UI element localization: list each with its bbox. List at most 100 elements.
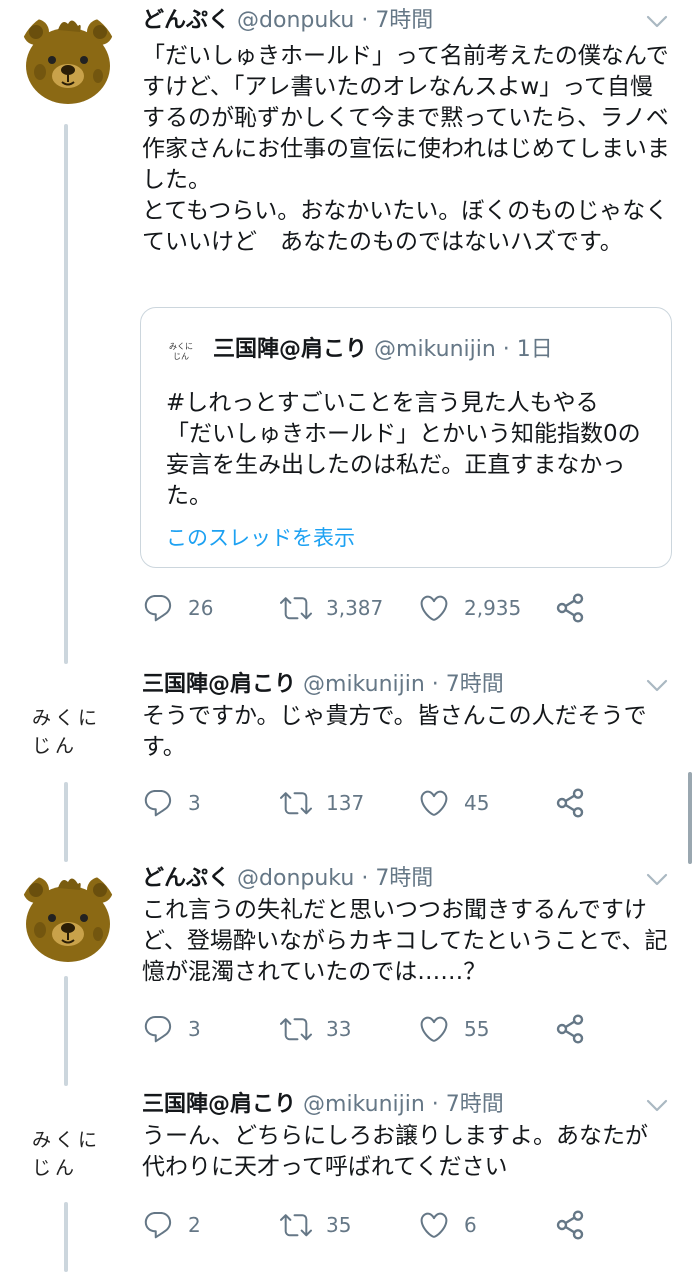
timestamp[interactable]: 7時間 <box>375 8 433 33</box>
tweet-4[interactable]: みくにじん 三国陣@肩こり @mikunijin · 7時間 うーん、どちらにし… <box>0 1086 692 1272</box>
tweet-actions: 2 35 6 <box>142 1208 602 1242</box>
chevron-down-icon[interactable] <box>646 1099 668 1113</box>
reply-count: 2 <box>188 1213 201 1237</box>
share-icon <box>554 1013 586 1045</box>
avatar-text: みくにじん <box>32 707 102 757</box>
like-button[interactable]: 6 <box>418 1208 477 1242</box>
user-handle[interactable]: @donpuku <box>237 866 354 891</box>
reply-icon <box>142 1209 174 1241</box>
tweet-header: 三国陣@肩こり @mikunijin · 7時間 <box>142 669 672 701</box>
thread-line <box>64 1202 68 1272</box>
avatar[interactable]: みくにじん <box>18 1104 118 1204</box>
avatar[interactable]: みくにじん <box>18 682 118 782</box>
tweet-2[interactable]: みくにじん 三国陣@肩こり @mikunijin · 7時間 そうですか。じゃ貴… <box>0 664 692 862</box>
timestamp[interactable]: 7時間 <box>375 866 433 891</box>
tweet-1[interactable]: どんぷく @donpuku · 7時間 「だいしゅきホールド」って名前考えたの僕… <box>0 0 692 664</box>
tweet-text: これ言うの失礼だと思いつつお聞きするんですけど、登場酔いながらカキコしてたという… <box>142 897 668 985</box>
share-button[interactable] <box>554 786 600 820</box>
avatar-text: みくにじん <box>32 1129 102 1179</box>
reply-count: 3 <box>188 1017 201 1041</box>
share-button[interactable] <box>554 591 600 625</box>
quoted-tweet[interactable]: みくにじん 三国陣@肩こり @mikunijin · 1日 #しれっとすごいこと… <box>140 307 672 568</box>
tweet-text: そうですか。じゃ貴方で。皆さんこの人だそうです。 <box>142 703 647 760</box>
tweet-text: うーん、どちらにしろお譲りしますよ。あなたが代わりに天才って呼ばれてください <box>142 1123 648 1180</box>
quote-handle: @mikunijin <box>374 337 496 362</box>
separator-dot: · <box>431 1092 439 1117</box>
retweet-icon <box>280 787 312 819</box>
user-handle[interactable]: @mikunijin <box>303 1092 425 1117</box>
reply-count: 3 <box>188 791 201 815</box>
display-name[interactable]: どんぷく <box>142 8 230 33</box>
reply-icon <box>142 1013 174 1045</box>
retweet-count: 35 <box>326 1213 352 1237</box>
thread-line <box>64 976 68 1086</box>
separator-dot: · <box>361 8 369 33</box>
quote-header: 三国陣@肩こり @mikunijin · 1日 <box>213 334 553 366</box>
retweet-icon <box>280 1209 312 1241</box>
chevron-down-icon[interactable] <box>646 15 668 29</box>
reply-button[interactable]: 2 <box>142 1208 201 1242</box>
user-handle[interactable]: @donpuku <box>237 8 354 33</box>
tweet-actions: 3 137 45 <box>142 786 602 820</box>
display-name[interactable]: 三国陣@肩こり <box>142 672 296 697</box>
share-icon <box>554 592 586 624</box>
like-count: 55 <box>464 1017 490 1041</box>
tweet-actions: 3 33 55 <box>142 1012 602 1046</box>
like-button[interactable]: 2,935 <box>418 591 521 625</box>
like-icon <box>418 1209 450 1241</box>
quote-text: #しれっとすごいことを言う見た人もやる 「だいしゅきホールド」とかいう知能指数0… <box>166 390 641 509</box>
retweet-count: 33 <box>326 1017 352 1041</box>
retweet-button[interactable]: 33 <box>280 1012 351 1046</box>
share-icon <box>554 1209 586 1241</box>
chevron-down-icon[interactable] <box>646 873 668 887</box>
reply-button[interactable]: 26 <box>142 591 213 625</box>
tweet-header: どんぷく @donpuku · 7時間 <box>142 863 672 895</box>
retweet-count: 137 <box>326 791 365 815</box>
tweet-header: 三国陣@肩こり @mikunijin · 7時間 <box>142 1089 672 1121</box>
separator-dot: · <box>361 866 369 891</box>
bear-avatar[interactable] <box>18 10 118 110</box>
reply-button[interactable]: 3 <box>142 786 201 820</box>
retweet-button[interactable]: 35 <box>280 1208 351 1242</box>
reply-icon <box>142 592 174 624</box>
tweet-3[interactable]: どんぷく @donpuku · 7時間 これ言うの失礼だと思いつつお聞きするんで… <box>0 858 692 1086</box>
like-button[interactable]: 55 <box>418 1012 489 1046</box>
retweet-button[interactable]: 137 <box>280 786 364 820</box>
bear-avatar[interactable] <box>18 868 118 968</box>
display-name[interactable]: どんぷく <box>142 866 230 891</box>
retweet-count: 3,387 <box>326 596 384 620</box>
like-count: 6 <box>464 1213 477 1237</box>
separator-dot: · <box>502 337 510 362</box>
like-count: 45 <box>464 791 490 815</box>
retweet-icon <box>280 1013 312 1045</box>
quote-display-name: 三国陣@肩こり <box>213 337 368 362</box>
timestamp[interactable]: 7時間 <box>446 1092 504 1117</box>
thread-line <box>64 124 68 664</box>
share-button[interactable] <box>554 1208 600 1242</box>
reply-count: 26 <box>188 596 214 620</box>
timestamp[interactable]: 7時間 <box>446 672 504 697</box>
quote-timestamp: 1日 <box>516 337 553 362</box>
like-icon <box>418 592 450 624</box>
like-count: 2,935 <box>464 596 522 620</box>
display-name[interactable]: 三国陣@肩こり <box>142 1092 296 1117</box>
like-icon <box>418 1013 450 1045</box>
user-handle[interactable]: @mikunijin <box>303 672 425 697</box>
retweet-button[interactable]: 3,387 <box>280 591 383 625</box>
tweet-actions: 26 3,387 2,935 <box>142 591 602 625</box>
like-icon <box>418 787 450 819</box>
tweet-header: どんぷく @donpuku · 7時間 <box>142 5 672 37</box>
like-button[interactable]: 45 <box>418 786 489 820</box>
share-button[interactable] <box>554 1012 600 1046</box>
tweet-text: 「だいしゅきホールド」って名前考えたの僕なんですけど、「アレ書いたのオレなんスよ… <box>142 43 670 255</box>
separator-dot: · <box>431 672 439 697</box>
quote-avatar: みくにじん <box>169 342 193 361</box>
thread-line <box>64 782 68 862</box>
scrollbar[interactable] <box>688 772 692 864</box>
reply-icon <box>142 787 174 819</box>
reply-button[interactable]: 3 <box>142 1012 201 1046</box>
retweet-icon <box>280 592 312 624</box>
show-thread-link[interactable]: このスレッドを表示 <box>166 523 355 553</box>
chevron-down-icon[interactable] <box>646 679 668 693</box>
share-icon <box>554 787 586 819</box>
